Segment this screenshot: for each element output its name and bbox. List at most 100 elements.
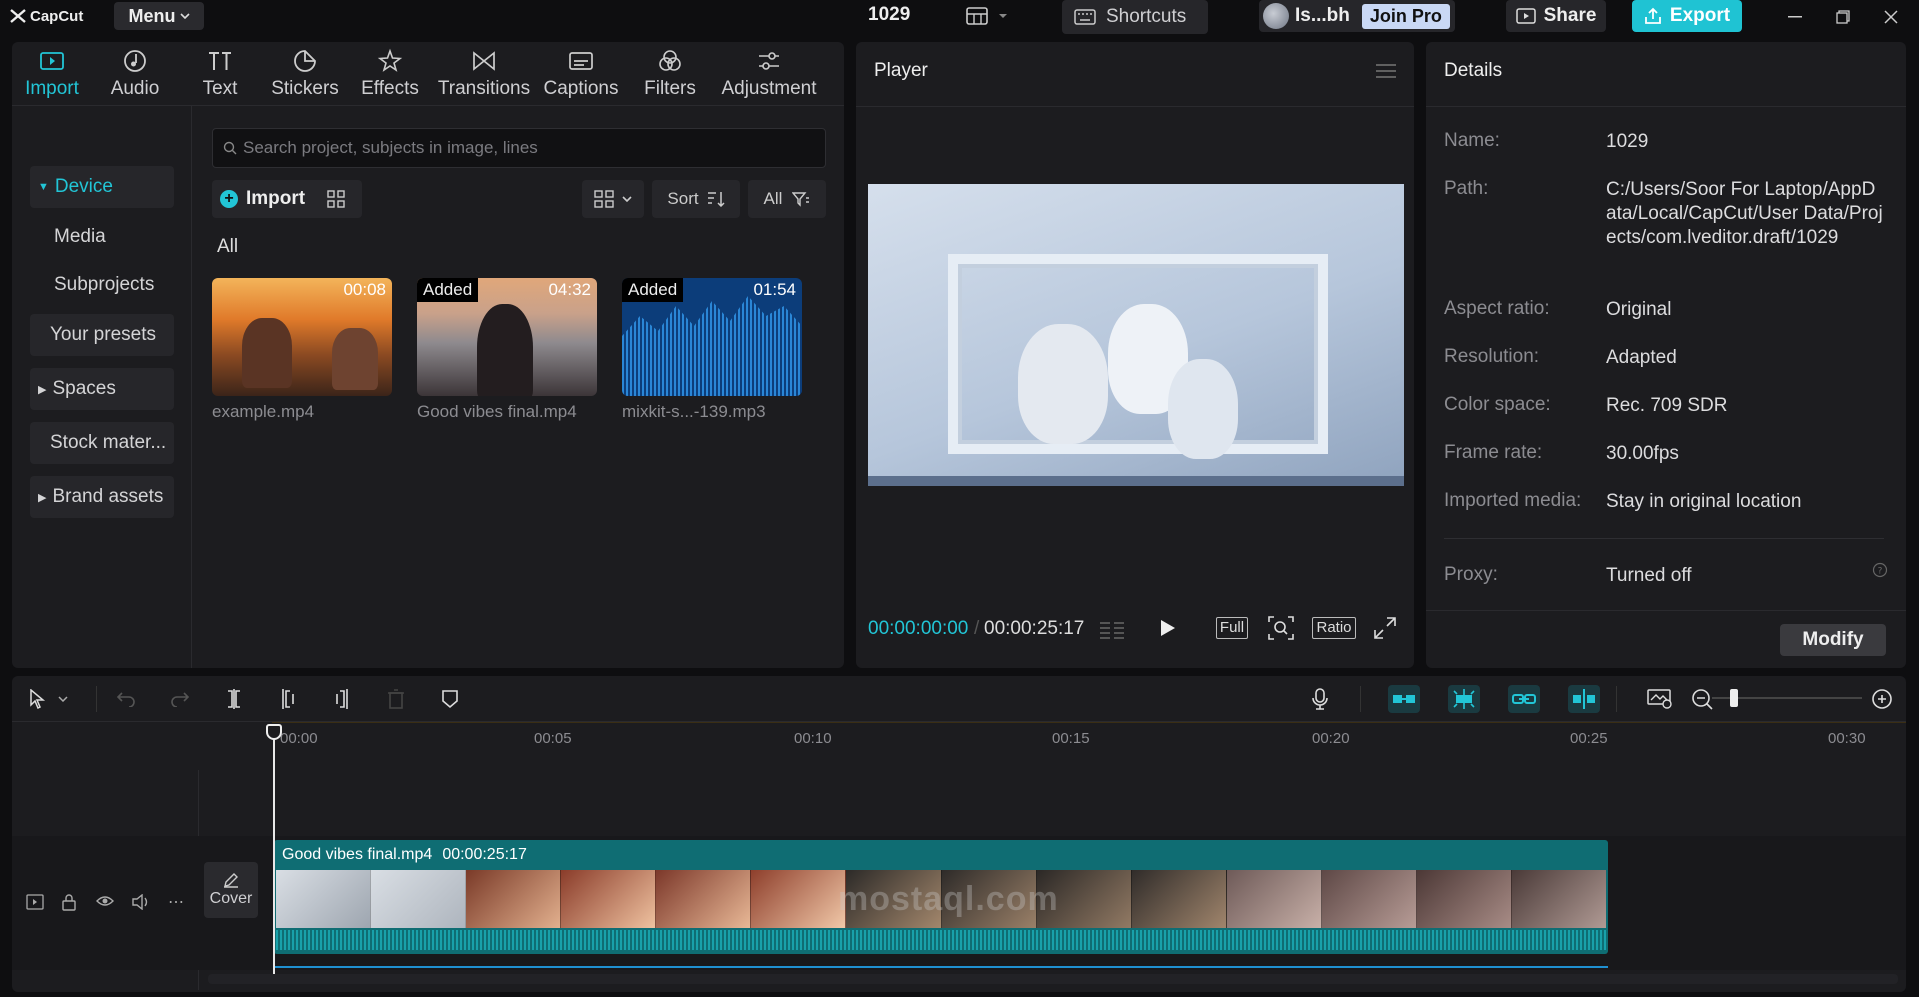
media-search-input[interactable]: Search project, subjects in image, lines bbox=[212, 128, 826, 168]
brand-name: CapCut bbox=[30, 7, 84, 25]
view-mode-button[interactable] bbox=[582, 180, 644, 218]
tab-transitions[interactable]: Transitions bbox=[432, 42, 536, 106]
lock-track-button[interactable] bbox=[62, 893, 76, 911]
close-button[interactable] bbox=[1880, 6, 1902, 28]
sidebar-item-device[interactable]: ▼ Device bbox=[30, 166, 174, 208]
share-button[interactable]: Share bbox=[1506, 0, 1606, 32]
user-account[interactable]: Is...bh Join Pro bbox=[1259, 0, 1455, 32]
playhead-handle[interactable] bbox=[266, 724, 282, 740]
media-duration: 01:54 bbox=[753, 280, 796, 299]
split-left-button[interactable] bbox=[276, 687, 300, 711]
time-separator: / bbox=[974, 618, 980, 639]
main-track-magnet-button[interactable] bbox=[1388, 685, 1420, 713]
split-right-button[interactable] bbox=[330, 687, 354, 711]
more-options-icon[interactable]: ⋯ bbox=[168, 892, 184, 912]
tab-filters[interactable]: Filters bbox=[626, 42, 714, 106]
join-pro-button[interactable]: Join Pro bbox=[1361, 3, 1450, 29]
waveform-button[interactable] bbox=[1096, 614, 1130, 642]
shortcuts-button[interactable]: Shortcuts bbox=[1062, 0, 1208, 34]
media-item[interactable]: Added 04:32 Good vibes final.mp4 bbox=[417, 278, 597, 422]
media-panel: Import Audio Text Stickers Effects Trans… bbox=[12, 42, 844, 668]
detail-key: Name: bbox=[1444, 130, 1500, 151]
record-audio-button[interactable] bbox=[1308, 687, 1332, 711]
text-icon bbox=[209, 52, 231, 70]
zoom-preview-button[interactable] bbox=[1266, 614, 1296, 642]
export-label: Export bbox=[1669, 5, 1731, 26]
adjustment-icon bbox=[759, 52, 779, 70]
sidebar-item-stock-material[interactable]: Stock mater... bbox=[30, 422, 174, 464]
select-tool-button[interactable] bbox=[26, 687, 50, 711]
tab-adjustment[interactable]: Adjustment bbox=[714, 42, 824, 106]
detail-key: Aspect ratio: bbox=[1444, 298, 1550, 319]
sidebar-item-media[interactable]: Media bbox=[30, 216, 174, 258]
restore-button[interactable] bbox=[1832, 6, 1854, 28]
grid-icon[interactable] bbox=[327, 190, 345, 208]
marker-button[interactable] bbox=[438, 687, 462, 711]
tab-import[interactable]: Import bbox=[12, 42, 92, 106]
modify-button[interactable]: Modify bbox=[1780, 624, 1886, 656]
chevron-down-icon bbox=[179, 13, 190, 19]
tab-effects[interactable]: Effects bbox=[348, 42, 432, 106]
fullscreen-button[interactable] bbox=[1372, 614, 1398, 642]
tab-stickers[interactable]: Stickers bbox=[262, 42, 348, 106]
zoom-slider-handle[interactable] bbox=[1730, 689, 1738, 707]
sidebar-item-spaces[interactable]: ▶ Spaces bbox=[30, 368, 174, 410]
player-menu-button[interactable] bbox=[1376, 64, 1396, 78]
ratio-button[interactable]: Ratio bbox=[1310, 614, 1358, 642]
ruler-tick: 00:15 bbox=[1052, 730, 1090, 747]
filter-button[interactable]: All bbox=[748, 180, 826, 218]
auto-snap-button[interactable] bbox=[1448, 685, 1480, 713]
mute-track-button[interactable] bbox=[132, 894, 150, 910]
hide-track-button[interactable] bbox=[96, 895, 114, 907]
help-icon[interactable]: ? bbox=[1872, 562, 1888, 578]
tab-label: Adjustment bbox=[721, 78, 817, 99]
video-preview[interactable] bbox=[868, 184, 1404, 486]
question-icon: ? bbox=[1872, 562, 1888, 578]
lock-icon bbox=[62, 894, 76, 911]
chain-link-icon bbox=[1512, 694, 1536, 704]
search-placeholder: Search project, subjects in image, lines bbox=[243, 138, 538, 157]
linkage-button[interactable] bbox=[1508, 685, 1540, 713]
thumbnail-person bbox=[332, 328, 378, 390]
zoom-in-button[interactable] bbox=[1870, 687, 1894, 711]
delete-button[interactable] bbox=[384, 687, 408, 711]
sidebar-item-subprojects[interactable]: Subprojects bbox=[30, 264, 174, 306]
full-quality-button[interactable]: Full bbox=[1212, 614, 1252, 642]
filter-icon bbox=[792, 192, 810, 207]
media-item[interactable]: 00:08 example.mp4 bbox=[212, 278, 392, 422]
playhead[interactable] bbox=[273, 726, 275, 974]
sort-button[interactable]: Sort bbox=[652, 180, 740, 218]
ruler-tick: 00:20 bbox=[1312, 730, 1350, 747]
timeline-ruler[interactable]: 00:00 00:05 00:10 00:15 00:20 00:25 00:3… bbox=[12, 722, 1906, 752]
minimize-button[interactable] bbox=[1784, 6, 1806, 28]
media-item[interactable]: Added 01:54 mixkit-s...-139.mp3 bbox=[622, 278, 802, 422]
track-type-button[interactable] bbox=[26, 894, 44, 910]
preview-axis-icon bbox=[1573, 689, 1595, 709]
sidebar-item-your-presets[interactable]: Your presets bbox=[30, 314, 174, 356]
zoom-out-button[interactable] bbox=[1690, 687, 1714, 711]
divider bbox=[1616, 686, 1617, 712]
media-section-label: All bbox=[217, 236, 239, 257]
split-button[interactable] bbox=[222, 687, 246, 711]
select-tool-dropdown[interactable] bbox=[56, 687, 70, 711]
play-button[interactable] bbox=[1154, 614, 1182, 642]
tab-text[interactable]: Text bbox=[178, 42, 262, 106]
menu-button[interactable]: Menu bbox=[114, 2, 204, 30]
tab-captions[interactable]: Captions bbox=[536, 42, 626, 106]
undo-button[interactable] bbox=[114, 687, 138, 711]
export-button[interactable]: Export bbox=[1632, 0, 1742, 32]
detail-row: Name: 1029 bbox=[1444, 130, 1884, 154]
import-button[interactable]: + Import bbox=[212, 180, 362, 218]
horizontal-scrollbar[interactable] bbox=[208, 974, 1898, 984]
detail-row: Imported media: Stay in original locatio… bbox=[1444, 490, 1884, 514]
preview-axis-button[interactable] bbox=[1568, 685, 1600, 713]
split-icon bbox=[228, 689, 240, 709]
timeline-thumbnails-button[interactable] bbox=[1646, 687, 1674, 711]
cover-button[interactable]: Cover bbox=[204, 862, 258, 918]
layout-button[interactable] bbox=[966, 4, 1018, 28]
detail-key: Frame rate: bbox=[1444, 442, 1543, 463]
redo-button[interactable] bbox=[168, 687, 192, 711]
detail-key: Resolution: bbox=[1444, 346, 1540, 367]
tab-audio[interactable]: Audio bbox=[92, 42, 178, 106]
sidebar-item-brand-assets[interactable]: ▶ Brand assets bbox=[30, 476, 174, 518]
